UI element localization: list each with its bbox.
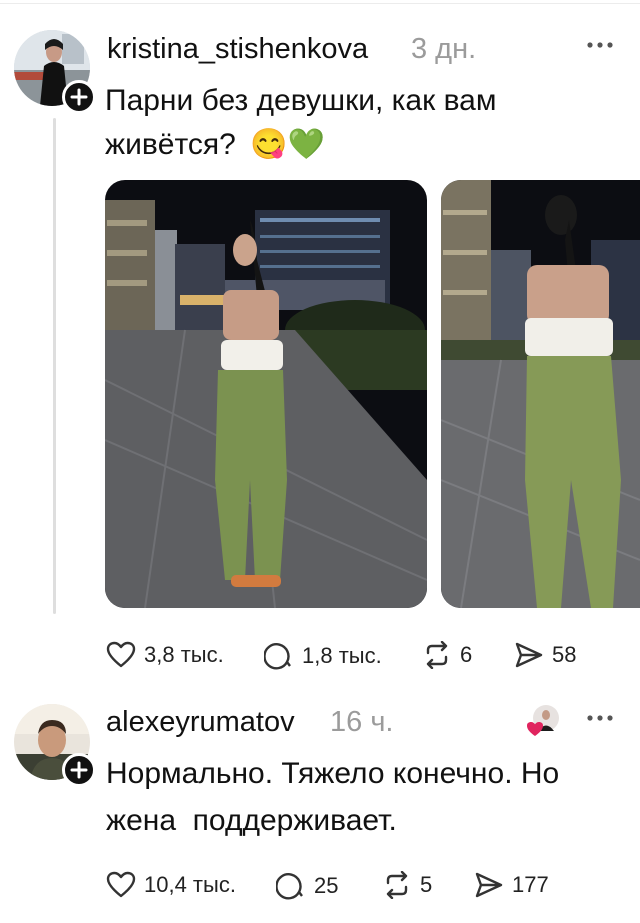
repost-icon xyxy=(426,641,448,669)
reply-repost-count: 5 xyxy=(420,872,433,897)
reply-follow-plus-icon[interactable] xyxy=(62,753,96,787)
reply-reply-button[interactable]: 25 xyxy=(276,871,338,901)
comment-icon xyxy=(264,643,291,670)
post-text-question: живётся? xyxy=(105,128,236,161)
post-text-line2: живётся? 😋💚 xyxy=(105,123,325,167)
reply-button[interactable]: 1,8 тыс. xyxy=(264,641,382,671)
reply-username[interactable]: alexeyrumatov xyxy=(106,706,295,739)
reply-like-button[interactable]: 10,4 тыс. xyxy=(106,871,236,899)
heart-icon xyxy=(106,641,136,668)
like-count: 3,8 тыс. xyxy=(144,642,224,667)
repost-icon xyxy=(386,871,408,899)
post-text-line1: Парни без девушки, как вам xyxy=(105,84,497,117)
emoji-icon: 😋💚 xyxy=(250,128,325,161)
share-icon xyxy=(515,642,543,668)
post-time: 3 дн. xyxy=(411,33,477,65)
top-divider xyxy=(0,3,640,4)
reply-reply-count: 25 xyxy=(314,873,339,898)
reply-text-line1: Нормально. Тяжело конечно. Но xyxy=(106,757,560,790)
share-icon xyxy=(475,872,503,898)
post-username[interactable]: kristina_stishenkova xyxy=(107,33,368,66)
share-button[interactable]: 58 xyxy=(514,641,576,669)
reply-share-button[interactable]: 177 xyxy=(474,871,549,899)
reply-repost-button[interactable]: 5 xyxy=(382,871,432,899)
reply-text-line2: жена поддерживает. xyxy=(106,804,397,837)
reply-share-count: 177 xyxy=(512,872,549,897)
repost-button[interactable]: 6 xyxy=(422,641,472,669)
heart-icon xyxy=(106,871,136,898)
post-photo-1[interactable] xyxy=(105,180,427,608)
reply-time: 16 ч. xyxy=(330,706,394,738)
share-count: 58 xyxy=(552,642,577,667)
thread-line xyxy=(53,118,56,614)
author-liked-avatar xyxy=(526,704,560,738)
reply-like-count: 10,4 тыс. xyxy=(144,872,236,897)
post-photo-2[interactable] xyxy=(441,180,640,608)
more-icon[interactable] xyxy=(585,40,615,50)
like-button[interactable]: 3,8 тыс. xyxy=(106,641,224,669)
reply-more-icon[interactable] xyxy=(585,713,615,723)
comment-icon xyxy=(276,873,303,900)
follow-plus-icon[interactable] xyxy=(62,80,96,114)
repost-count: 6 xyxy=(460,642,473,667)
reply-count: 1,8 тыс. xyxy=(302,643,382,668)
